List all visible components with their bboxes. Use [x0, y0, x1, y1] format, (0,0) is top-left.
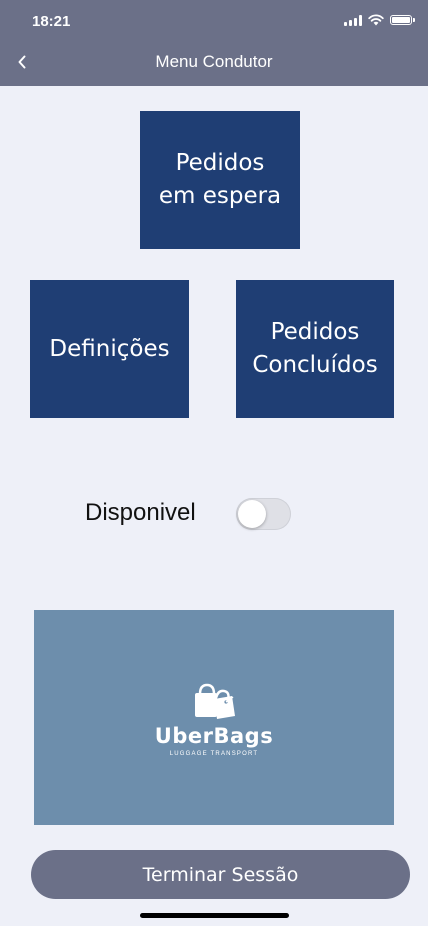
status-time: 18:21 — [32, 13, 71, 30]
status-icons — [344, 14, 415, 26]
pending-orders-button[interactable]: Pedidos em espera — [140, 111, 300, 249]
battery-icon — [390, 15, 415, 25]
logo-tagline: LUGGAGE TRANSPORT — [169, 751, 259, 757]
toggle-knob — [238, 500, 266, 528]
app-header: 18:21 Menu Condutor — [0, 0, 428, 86]
logo-banner: UberBags LUGGAGE TRANSPORT — [34, 610, 394, 825]
wifi-icon — [368, 14, 384, 26]
shopping-bags-icon — [195, 683, 235, 719]
logo-name: UberBags — [154, 724, 274, 748]
availability-toggle[interactable] — [236, 498, 291, 530]
availability-label: Disponivel — [85, 499, 196, 526]
signal-icon — [344, 14, 362, 26]
settings-button[interactable]: Definições — [30, 280, 189, 418]
logout-button[interactable]: Terminar Sessão — [31, 850, 410, 899]
home-indicator — [140, 913, 289, 918]
completed-orders-button[interactable]: Pedidos Concluídos — [236, 280, 394, 418]
page-title: Menu Condutor — [155, 52, 273, 71]
